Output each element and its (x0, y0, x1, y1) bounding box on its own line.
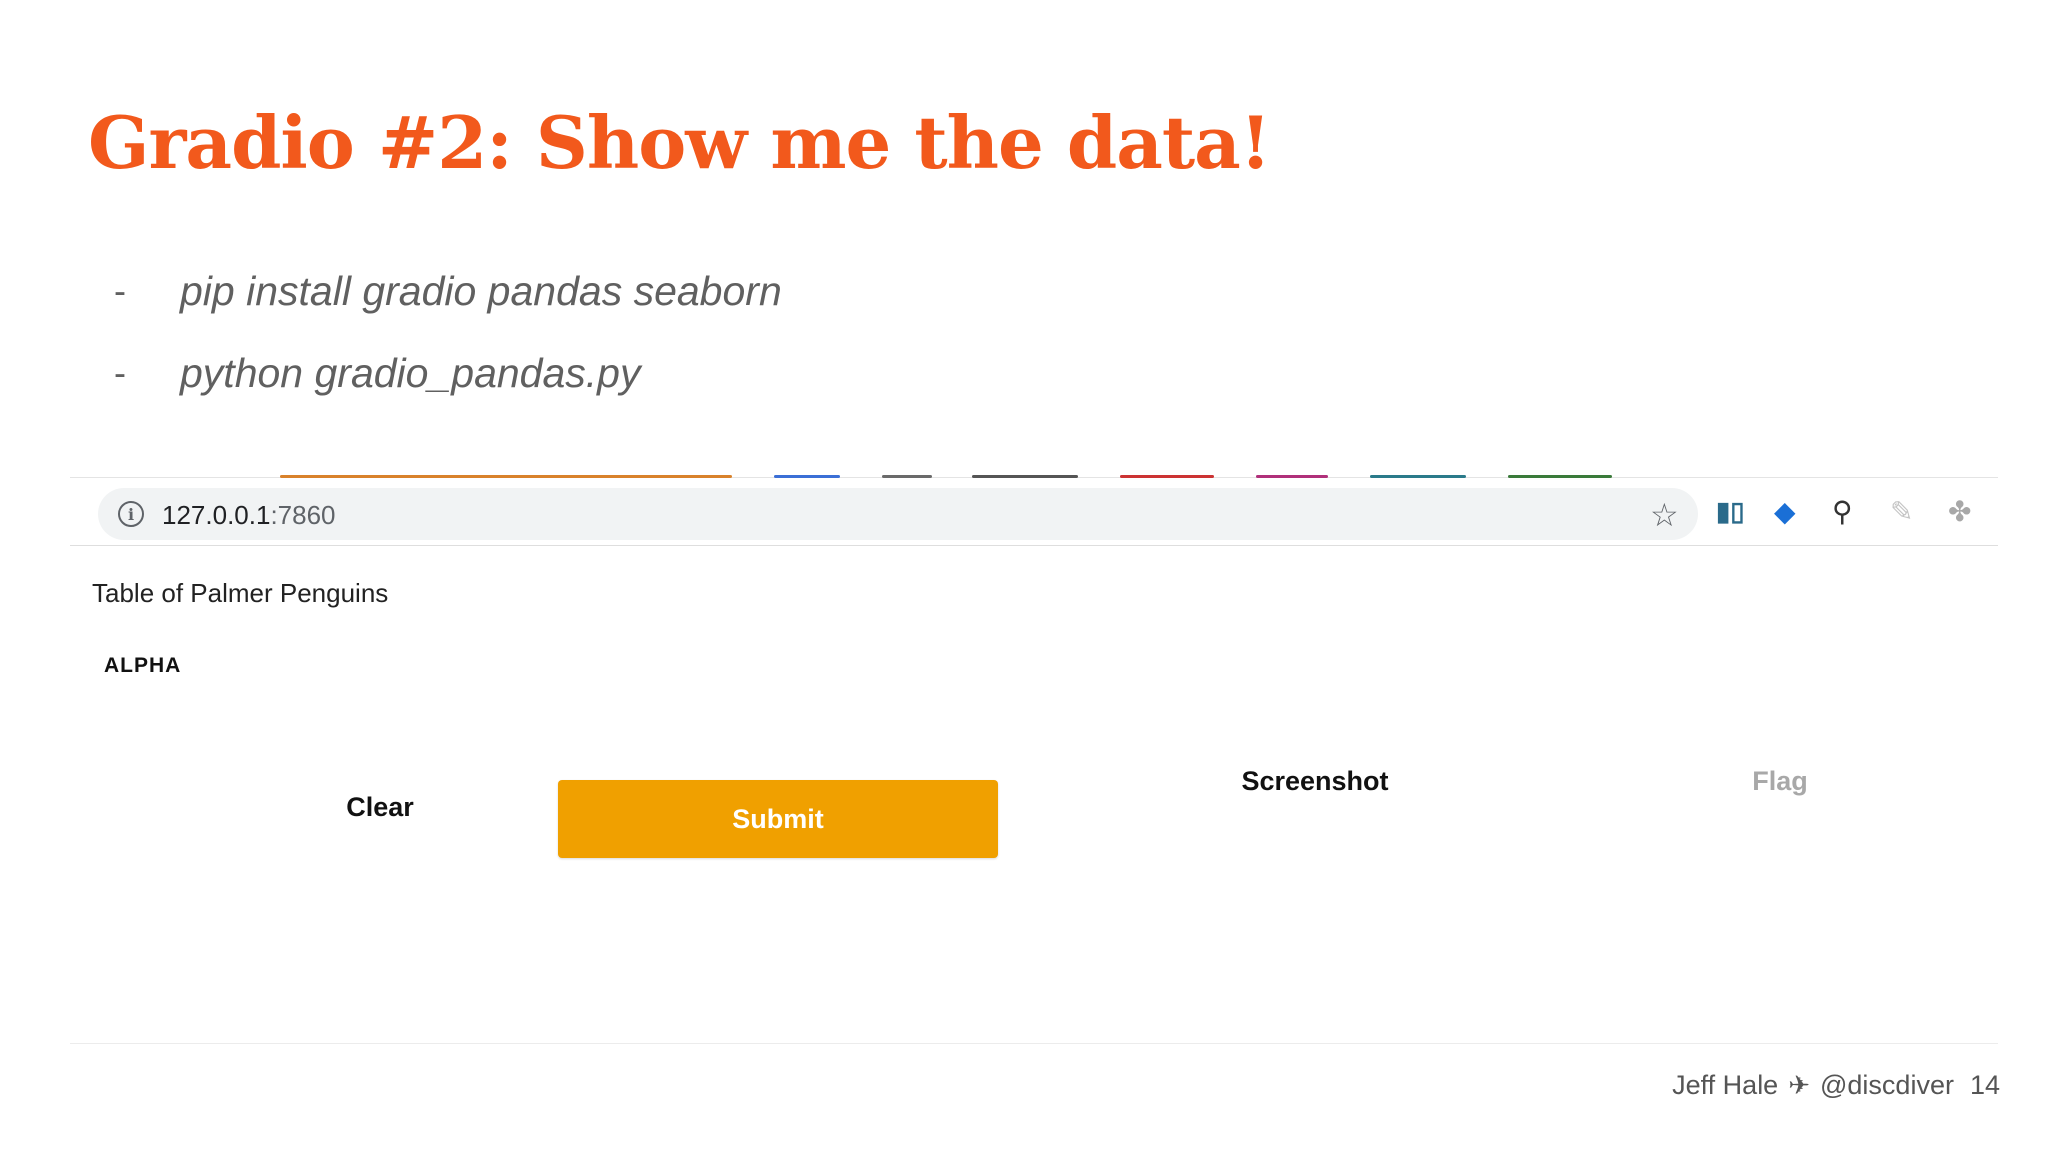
bullet-marker: - (114, 270, 126, 311)
tab-indicator[interactable] (972, 475, 1078, 478)
flag-button[interactable]: Flag (1570, 756, 1990, 806)
panel-bottom-edge (70, 1043, 1998, 1044)
url-text[interactable]: 127.0.0.1:7860 (162, 500, 336, 531)
bookmark-star-icon[interactable]: ☆ (1650, 496, 1679, 534)
url-host: 127.0.0.1 (162, 500, 271, 530)
bullet-item: - pip install gradio pandas seaborn (114, 250, 782, 332)
submit-button[interactable]: Submit (558, 780, 998, 858)
bullet-text: python gradio_pandas.py (180, 349, 641, 396)
alpha-badge: ALPHA (104, 654, 182, 677)
bar-chart-extension-icon[interactable]: ▮▯ (1716, 498, 1745, 524)
tab-indicator[interactable] (280, 475, 732, 478)
pencil-extension-icon[interactable]: ✎ (1890, 498, 1913, 526)
airplane-icon: ✈ (1788, 1070, 1810, 1100)
address-bar-row: i 127.0.0.1:7860 ☆ ▮▯ ◆ ⚲ ✎ ✤ (70, 482, 1998, 546)
gem-extension-icon[interactable]: ◆ (1774, 498, 1796, 526)
tab-indicator[interactable] (1120, 475, 1214, 478)
footer-author: Jeff Hale (1672, 1070, 1779, 1100)
address-bar[interactable]: i 127.0.0.1:7860 ☆ (98, 488, 1698, 540)
clear-button[interactable]: Clear (180, 780, 580, 834)
tab-strip (70, 474, 1998, 480)
bullet-item: - python gradio_pandas.py (114, 332, 782, 414)
info-icon[interactable]: i (118, 501, 144, 527)
app-title: Table of Palmer Penguins (92, 578, 389, 608)
bullet-marker: - (114, 352, 126, 393)
tab-indicator[interactable] (774, 475, 840, 478)
tab-indicator[interactable] (1508, 475, 1612, 478)
tab-indicator[interactable] (882, 475, 932, 478)
slide-footer: Jeff Hale ✈ @discdiver 14 (1672, 1070, 2000, 1101)
puzzle-extension-icon[interactable]: ✤ (1948, 498, 1971, 526)
tab-indicator[interactable] (1256, 475, 1328, 478)
tab-indicator[interactable] (1370, 475, 1466, 478)
url-port: :7860 (270, 500, 336, 530)
footer-handle: @discdiver (1820, 1070, 1954, 1100)
bullet-text: pip install gradio pandas seaborn (180, 267, 782, 314)
page-number: 14 (1969, 1070, 2000, 1100)
bullet-list: - pip install gradio pandas seaborn - py… (114, 250, 782, 414)
screenshot-button[interactable]: Screenshot (1100, 756, 1530, 806)
slide-title: Gradio #2: Show me the data! (88, 100, 1271, 185)
browser-screenshot: i 127.0.0.1:7860 ☆ ▮▯ ◆ ⚲ ✎ ✤ Table of P… (70, 474, 1998, 1046)
eyedropper-extension-icon[interactable]: ⚲ (1832, 498, 1853, 526)
